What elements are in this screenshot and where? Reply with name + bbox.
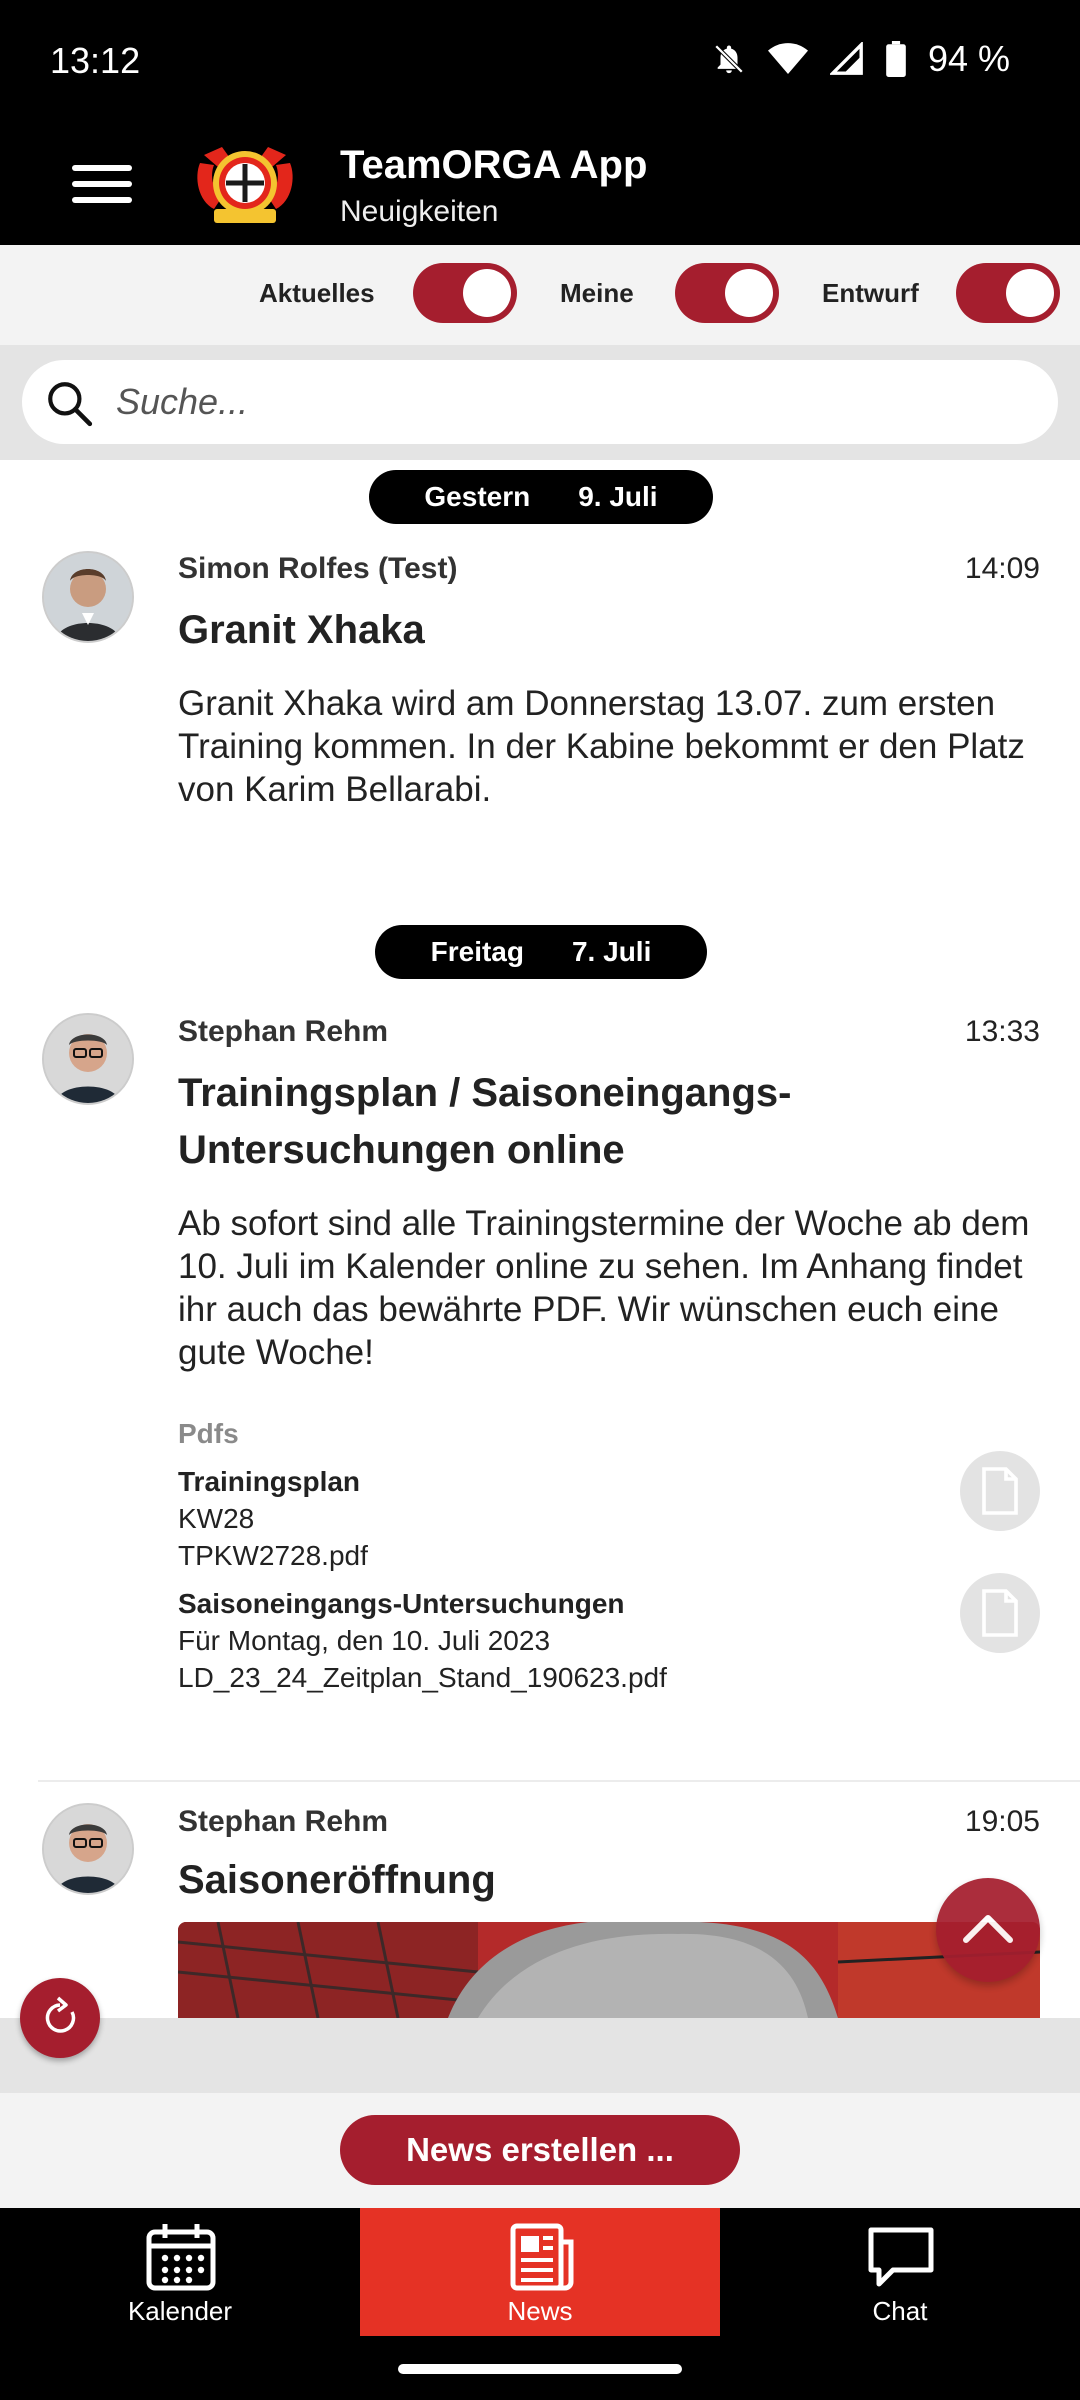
attachment-title[interactable]: Trainingsplan — [178, 1466, 360, 1498]
search-input[interactable] — [114, 372, 1018, 432]
date-day: Gestern — [424, 481, 531, 512]
create-news-button[interactable]: News erstellen ... — [340, 2115, 740, 2185]
search-box[interactable] — [22, 360, 1058, 444]
date-separator: Gestern 9. Juli — [369, 470, 713, 524]
newspaper-icon — [510, 2223, 574, 2291]
post-title[interactable]: Granit Xhaka — [178, 602, 1038, 659]
refresh-button[interactable] — [20, 1978, 100, 2058]
status-icons: 94 % — [712, 38, 1010, 80]
filter-label-aktuelles: Aktuelles — [259, 278, 375, 308]
toggle-entwurf[interactable] — [956, 263, 1060, 323]
nav-item-chat[interactable]: Chat — [720, 2208, 1080, 2336]
attachment-filename[interactable]: LD_23_24_Zeitplan_Stand_190623.pdf — [178, 1662, 667, 1694]
search-bar — [0, 345, 1080, 460]
post-time: 14:09 — [964, 552, 1040, 585]
toggle-meine[interactable] — [675, 263, 779, 323]
bayer-leverkusen-logo — [192, 143, 298, 227]
search-icon — [48, 382, 93, 427]
page-subtitle: Neuigkeiten — [340, 195, 499, 228]
post-title[interactable]: Trainingsplan / Saisoneingangs-Untersuch… — [178, 1065, 1038, 1179]
date-value: 7. Juli — [571, 936, 652, 967]
nav-label: Chat — [872, 2296, 928, 2326]
attachments-heading: Pdfs — [178, 1418, 239, 1449]
date-value: 9. Juli — [578, 481, 658, 512]
post-author: Stephan Rehm — [178, 1015, 389, 1048]
avatar[interactable] — [42, 551, 134, 643]
post-image[interactable] — [178, 1922, 1040, 2018]
nav-item-news[interactable]: News — [360, 2208, 720, 2336]
content-bottom-strip — [0, 2018, 1080, 2093]
app-bar: TeamORGA App Neuigkeiten — [0, 125, 1080, 245]
chat-bubble-icon — [868, 2227, 934, 2287]
scroll-to-top-button[interactable] — [936, 1878, 1040, 1982]
mute-bell-icon — [714, 44, 744, 74]
app-title: TeamORGA App — [340, 143, 648, 187]
post-body: Granit Xhaka wird am Donnerstag 13.07. z… — [178, 684, 1025, 809]
post-time: 13:33 — [964, 1015, 1040, 1048]
wifi-icon — [767, 43, 808, 74]
filter-label-entwurf: Entwurf — [822, 278, 919, 308]
avatar[interactable] — [42, 1803, 134, 1895]
post-time: 19:05 — [964, 1805, 1040, 1838]
hamburger-menu-icon[interactable] — [72, 165, 132, 209]
nav-item-kalender[interactable]: Kalender — [0, 2208, 360, 2336]
create-news-bar: News erstellen ... — [0, 2093, 1080, 2208]
home-indicator[interactable] — [398, 2364, 682, 2374]
nav-label: Kalender — [127, 2296, 233, 2326]
toggle-aktuelles[interactable] — [413, 263, 517, 323]
filter-bar: Aktuelles Meine Entwurf — [0, 245, 1080, 345]
document-icon[interactable] — [960, 1573, 1040, 1653]
battery-icon — [886, 41, 906, 77]
post-body: Ab sofort sind alle Trainingstermine der… — [178, 1204, 1030, 1372]
attachment-title[interactable]: Saisoneingangs-Untersuchungen — [178, 1588, 625, 1620]
status-bar: 13:12 94 % — [0, 0, 1080, 125]
attachment-filename[interactable]: TPKW2728.pdf — [178, 1540, 368, 1572]
attachment-description: Für Montag, den 10. Juli 2023 — [178, 1625, 551, 1656]
status-time: 13:12 — [50, 40, 141, 81]
post-author: Stephan Rehm — [178, 1805, 389, 1838]
signal-icon — [829, 42, 863, 75]
date-day: Freitag — [430, 936, 524, 967]
nav-label: News — [507, 2296, 573, 2326]
avatar[interactable] — [42, 1013, 134, 1105]
post-divider — [38, 1780, 1080, 1782]
filter-label-meine: Meine — [560, 278, 634, 308]
date-separator: Freitag 7. Juli — [375, 925, 707, 979]
post-title[interactable]: Saisoneröffnung — [178, 1852, 1038, 1909]
calendar-icon — [146, 2224, 216, 2291]
battery-percent: 94 % — [927, 38, 1010, 79]
document-icon[interactable] — [960, 1451, 1040, 1531]
attachment-description: KW28 — [178, 1503, 255, 1534]
post-author: Simon Rolfes (Test) — [178, 552, 458, 585]
